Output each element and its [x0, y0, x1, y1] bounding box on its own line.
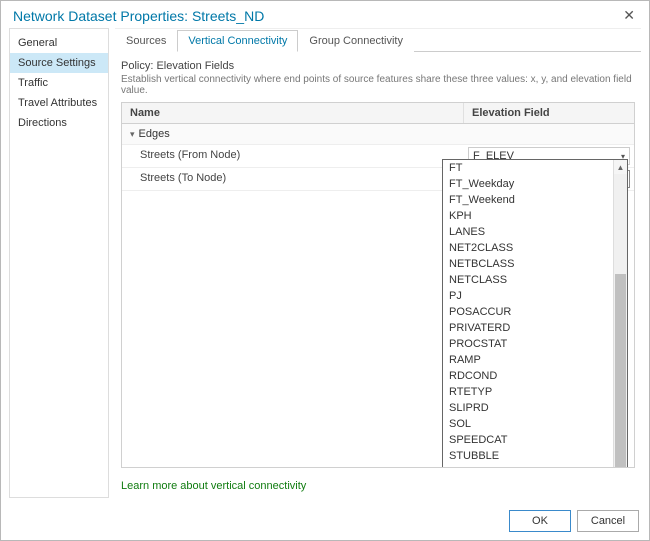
dropdown-option[interactable]: NET2CLASS: [443, 240, 613, 256]
dropdown-option[interactable]: RAMP: [443, 352, 613, 368]
elevation-field-dropdown: FTFT_WeekdayFT_WeekendKPHLANESNET2CLASSN…: [442, 159, 628, 468]
elevation-fields-table: Name Elevation Field ▾ Edges Streets (Fr…: [121, 102, 635, 468]
dropdown-option[interactable]: POSACCUR: [443, 304, 613, 320]
sidebar-item-travel-attributes[interactable]: Travel Attributes: [10, 93, 108, 113]
dropdown-option[interactable]: RDCOND: [443, 368, 613, 384]
chevron-down-icon: ▾: [130, 129, 135, 140]
main-panel: Sources Vertical Connectivity Group Conn…: [115, 28, 641, 498]
dialog-window: Network Dataset Properties: Streets_ND ✕…: [0, 0, 650, 541]
row-name: Streets (To Node): [122, 168, 464, 190]
ok-button[interactable]: OK: [509, 510, 571, 532]
dropdown-option[interactable]: RTETYP: [443, 384, 613, 400]
dropdown-option[interactable]: PJ: [443, 288, 613, 304]
sidebar-item-source-settings[interactable]: Source Settings: [10, 53, 108, 73]
dropdown-option[interactable]: LANES: [443, 224, 613, 240]
scroll-thumb[interactable]: [615, 274, 626, 468]
dropdown-option[interactable]: SPEEDCAT: [443, 432, 613, 448]
dropdown-option[interactable]: NETBCLASS: [443, 256, 613, 272]
policy-description: Establish vertical connectivity where en…: [121, 74, 635, 96]
sidebar-item-general[interactable]: General: [10, 33, 108, 53]
scroll-up-icon[interactable]: ▲: [614, 160, 627, 174]
cancel-button[interactable]: Cancel: [577, 510, 639, 532]
dropdown-option[interactable]: SOL: [443, 416, 613, 432]
table-header: Name Elevation Field: [122, 103, 634, 124]
header-elevation-field: Elevation Field: [464, 103, 634, 123]
dropdown-option[interactable]: PROCSTAT: [443, 336, 613, 352]
header-name: Name: [122, 103, 464, 123]
tabs: Sources Vertical Connectivity Group Conn…: [115, 29, 641, 52]
dropdown-option[interactable]: PRIVATERD: [443, 320, 613, 336]
dropdown-option[interactable]: SLIPRD: [443, 400, 613, 416]
dropdown-option[interactable]: T_BP: [443, 464, 613, 468]
learn-more-section: Learn more about vertical connectivity: [115, 474, 641, 498]
policy-section: Policy: Elevation Fields Establish verti…: [115, 52, 641, 100]
titlebar: Network Dataset Properties: Streets_ND ✕: [1, 1, 649, 28]
scroll-track[interactable]: [614, 174, 627, 468]
dropdown-option[interactable]: KPH: [443, 208, 613, 224]
dropdown-option[interactable]: FT: [443, 160, 613, 176]
tab-sources[interactable]: Sources: [115, 30, 177, 52]
tab-group-connectivity[interactable]: Group Connectivity: [298, 30, 414, 52]
group-edges[interactable]: ▾ Edges: [122, 124, 634, 145]
window-title: Network Dataset Properties: Streets_ND: [13, 8, 264, 24]
dialog-footer: OK Cancel: [1, 502, 649, 540]
learn-more-link[interactable]: Learn more about vertical connectivity: [121, 480, 306, 492]
sidebar: General Source Settings Traffic Travel A…: [9, 28, 109, 498]
group-label: Edges: [139, 128, 170, 140]
dropdown-option[interactable]: STUBBLE: [443, 448, 613, 464]
dropdown-option[interactable]: FT_Weekend: [443, 192, 613, 208]
close-icon[interactable]: ✕: [619, 7, 639, 24]
sidebar-item-traffic[interactable]: Traffic: [10, 73, 108, 93]
policy-title: Policy: Elevation Fields: [121, 60, 635, 72]
tab-vertical-connectivity[interactable]: Vertical Connectivity: [177, 30, 298, 52]
sidebar-item-directions[interactable]: Directions: [10, 113, 108, 133]
scrollbar[interactable]: ▲ ▼: [613, 160, 627, 468]
dialog-body: General Source Settings Traffic Travel A…: [1, 28, 649, 502]
row-name: Streets (From Node): [122, 145, 464, 167]
dropdown-option[interactable]: NETCLASS: [443, 272, 613, 288]
dropdown-option[interactable]: FT_Weekday: [443, 176, 613, 192]
dropdown-list[interactable]: FTFT_WeekdayFT_WeekendKPHLANESNET2CLASSN…: [443, 160, 613, 468]
